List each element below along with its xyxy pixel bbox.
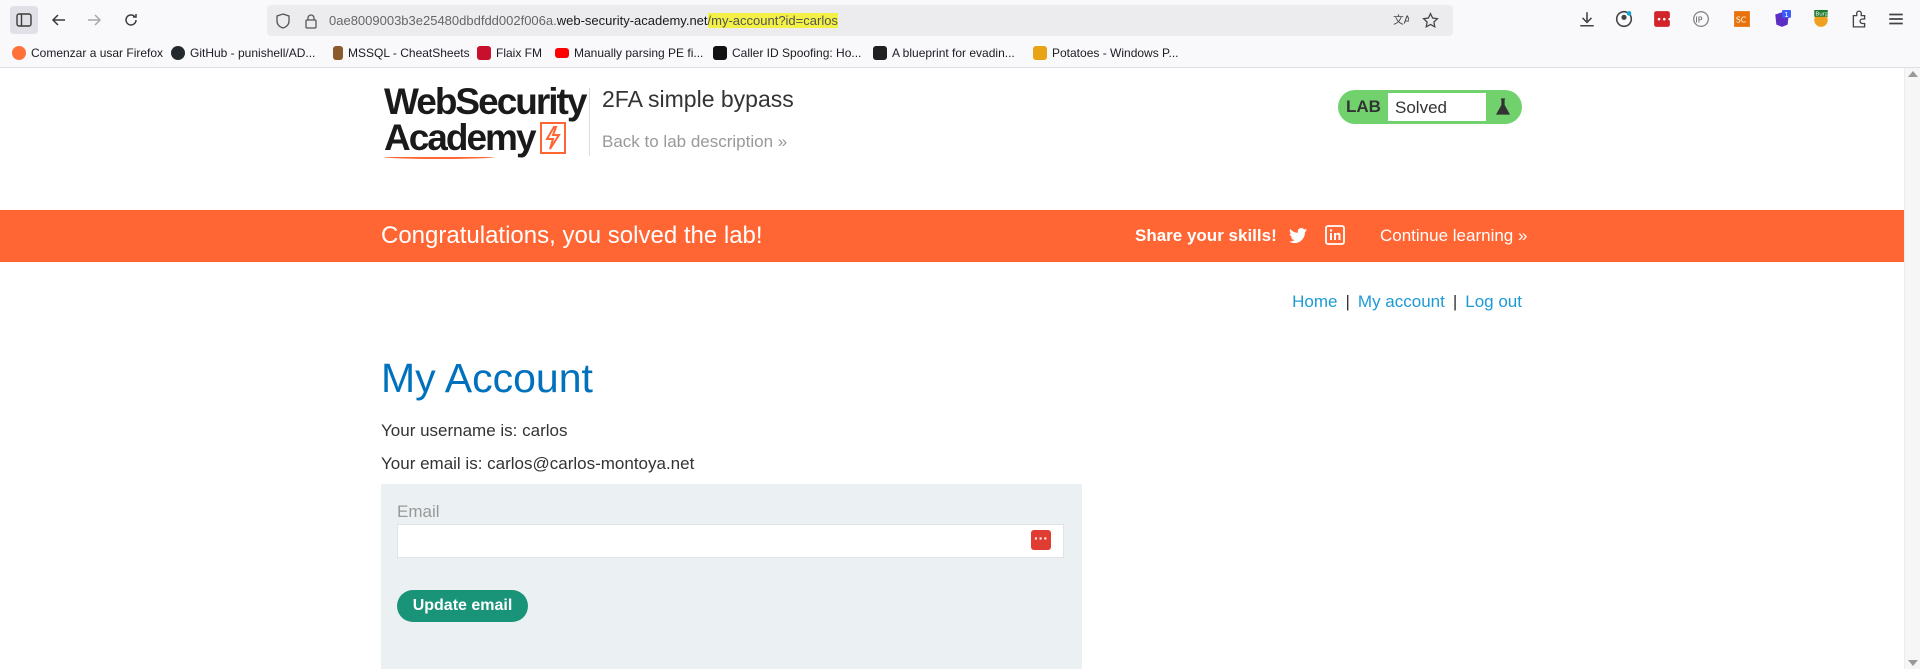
- my-account-link[interactable]: My account: [1358, 292, 1445, 311]
- hacker-icon: [333, 46, 343, 60]
- sc-icon[interactable]: SC: [1733, 10, 1751, 28]
- nav-separator: |: [1452, 292, 1458, 311]
- terminal-icon: [873, 46, 887, 60]
- log-out-link[interactable]: Log out: [1465, 292, 1522, 311]
- linkedin-icon[interactable]: [1325, 225, 1345, 245]
- ip-icon[interactable]: IP: [1692, 10, 1710, 28]
- continue-label: Continue learning: [1380, 226, 1514, 245]
- twitter-icon[interactable]: [1287, 225, 1309, 247]
- lab-label: LAB: [1346, 97, 1381, 116]
- account-icon[interactable]: [1615, 10, 1633, 28]
- svg-text:•••: •••: [1656, 15, 1671, 25]
- menu-icon[interactable]: [1887, 10, 1905, 28]
- bookmark-label: MSSQL - CheatSheets: [348, 46, 470, 60]
- svg-text:Burp: Burp: [1815, 12, 1829, 18]
- address-bar[interactable]: 0ae8009003b3e25480dbdfdd002f006a.web-sec…: [267, 5, 1453, 36]
- sidebar-toggle-icon[interactable]: [10, 6, 38, 34]
- email-label: Email: [397, 502, 440, 521]
- browser-toolbar: 0ae8009003b3e25480dbdfdd002f006a.web-sec…: [0, 0, 1920, 40]
- bookmark-label: GitHub - punishell/AD...: [190, 46, 316, 60]
- solved-banner: Congratulations, you solved the lab! Sha…: [0, 210, 1904, 262]
- youtube-icon: [555, 48, 569, 58]
- bookmark-label: Comenzar a usar Firefox: [31, 46, 164, 60]
- shield-icon[interactable]: [275, 13, 291, 29]
- page-title: My Account: [381, 355, 593, 401]
- back-link-label: Back to lab description: [602, 132, 774, 151]
- logo-underline: [384, 155, 494, 159]
- bookmark-label: Caller ID Spoofing: Ho...: [732, 46, 862, 60]
- reload-icon[interactable]: [117, 6, 145, 34]
- svg-text:文A: 文A: [1393, 14, 1409, 27]
- forward-arrow-icon[interactable]: [80, 6, 108, 34]
- double-chevron-icon: »: [1518, 226, 1528, 245]
- password-manager-icon[interactable]: •••: [1653, 10, 1671, 28]
- notification-icon[interactable]: 1: [1773, 10, 1791, 28]
- nav-separator: |: [1345, 292, 1350, 311]
- svg-text:IP: IP: [1695, 15, 1702, 24]
- update-email-button[interactable]: Update email: [397, 590, 528, 622]
- lock-icon[interactable]: [303, 13, 319, 29]
- flask-icon: [1495, 98, 1511, 115]
- email-input[interactable]: [397, 524, 1064, 558]
- url-host: web-security-academy.net: [556, 13, 708, 28]
- bookmark-label: Manually parsing PE fi...: [574, 46, 704, 60]
- scrollbar[interactable]: [1904, 68, 1920, 669]
- bookmark-item[interactable]: MSSQL - CheatSheets: [333, 46, 470, 60]
- translate-icon[interactable]: 文A: [1392, 12, 1409, 29]
- bookmark-item[interactable]: Potatoes - Windows P...: [1033, 46, 1179, 60]
- congratulations-message: Congratulations, you solved the lab!: [381, 222, 763, 249]
- flaix-icon: [477, 46, 491, 60]
- top-nav: Home | My account | Log out: [1292, 292, 1522, 312]
- bookmark-item[interactable]: Caller ID Spoofing: Ho...: [713, 46, 861, 60]
- back-arrow-icon[interactable]: [45, 6, 73, 34]
- medium-icon: [713, 46, 727, 60]
- svg-text:1: 1: [1784, 11, 1788, 19]
- url-text[interactable]: 0ae8009003b3e25480dbdfdd002f006a.web-sec…: [329, 13, 838, 28]
- home-link[interactable]: Home: [1292, 292, 1337, 311]
- lab-title: 2FA simple bypass: [602, 86, 794, 112]
- firefox-icon: [12, 46, 26, 60]
- back-to-lab-link[interactable]: Back to lab description »: [602, 132, 787, 152]
- share-skills-label: Share your skills!: [1135, 226, 1277, 245]
- logo-text-2: Academy: [384, 117, 537, 158]
- double-chevron-icon: »: [777, 132, 788, 151]
- bookmark-item[interactable]: Manually parsing PE fi...: [555, 46, 703, 60]
- url-prefix: 0ae8009003b3e25480dbdfdd002f006a.: [329, 13, 557, 28]
- lightning-icon: [539, 122, 566, 154]
- star-icon[interactable]: [1422, 12, 1439, 29]
- github-icon: [171, 46, 185, 60]
- bookmark-label: Flaix FM: [496, 46, 542, 60]
- password-manager-icon[interactable]: ···: [1031, 530, 1051, 550]
- change-email-form: Email ··· Update email: [381, 484, 1082, 669]
- logo-text-2-row: Academy: [384, 117, 585, 158]
- bookmarks-bar: Comenzar a usar Firefox GitHub - punishe…: [0, 40, 1920, 68]
- bookmark-item[interactable]: Flaix FM: [477, 46, 542, 60]
- web-security-academy-logo[interactable]: WebSecurity Academy: [384, 81, 587, 158]
- burp-icon[interactable]: Burp: [1812, 10, 1830, 28]
- bookmark-item[interactable]: Comenzar a usar Firefox: [12, 46, 163, 60]
- bookmark-item[interactable]: GitHub - punishell/AD...: [171, 46, 315, 60]
- extensions-icon[interactable]: [1850, 10, 1868, 28]
- header-divider: [589, 88, 590, 156]
- download-icon[interactable]: [1578, 10, 1596, 28]
- potato-icon: [1033, 46, 1047, 60]
- svg-text:SC: SC: [1736, 15, 1747, 24]
- username-text: Your username is: carlos: [381, 421, 568, 440]
- lab-status: Solved: [1388, 93, 1486, 121]
- scroll-up-icon[interactable]: [1908, 71, 1918, 77]
- lab-status-badge: LAB Solved: [1338, 90, 1522, 124]
- scroll-down-icon[interactable]: [1908, 660, 1918, 666]
- continue-learning-link[interactable]: Continue learning »: [1380, 226, 1527, 246]
- bookmark-item[interactable]: A blueprint for evadin...: [873, 46, 1015, 60]
- page-content: WebSecurity Academy 2FA simple bypass Ba…: [0, 68, 1920, 669]
- url-path: /my-account?id=carlos: [707, 13, 838, 28]
- bookmark-label: A blueprint for evadin...: [892, 46, 1015, 60]
- bookmark-label: Potatoes - Windows P...: [1052, 46, 1179, 60]
- email-text: Your email is: carlos@carlos-montoya.net: [381, 454, 695, 473]
- logo-text-1: WebSecurity: [384, 81, 587, 122]
